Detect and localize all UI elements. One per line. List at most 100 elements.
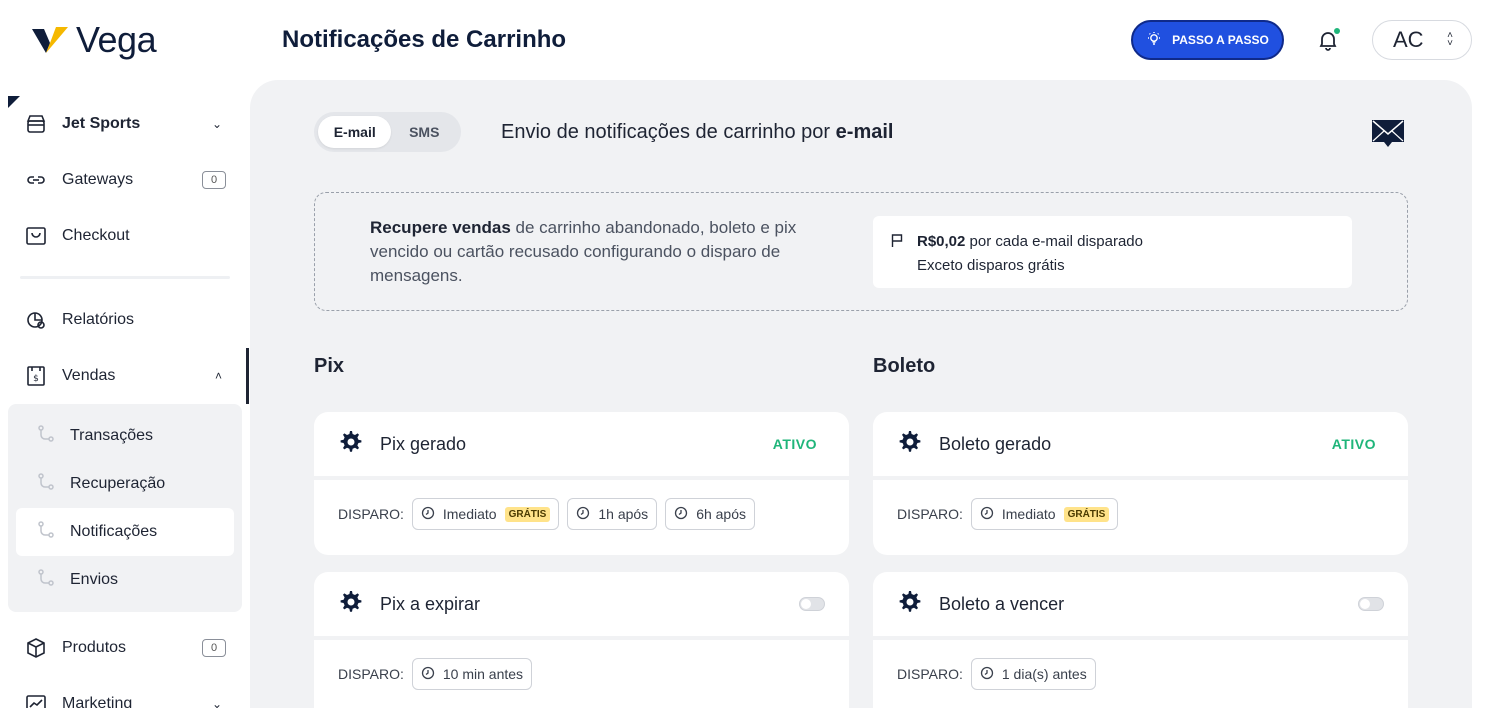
trigger-label: DISPARO: <box>338 666 404 682</box>
sidebar-item-label: Jet Sports <box>62 115 141 132</box>
trigger-value: 10 min antes <box>442 666 524 682</box>
sidebar-subitem-label: Transações <box>70 427 153 444</box>
info-text-bold: Recupere vendas <box>370 218 511 237</box>
sidebar-subitem-label: Notificações <box>70 523 158 540</box>
card-header: Boleto a vencer <box>873 572 1408 640</box>
sidebar-subitem-label: Recuperação <box>70 475 166 492</box>
chevron-down-icon: ⌄ <box>211 117 222 131</box>
card-header: Pix a expirar <box>314 572 849 640</box>
sidebar-item-label: Produtos <box>62 639 127 656</box>
trigger-chip[interactable]: Imediato GRÁTIS <box>970 498 1119 530</box>
section-title-pix: Pix <box>314 355 345 377</box>
envelope-icon[interactable] <box>1370 116 1406 148</box>
price-box: R$0,02 por cada e-mail disparado Exceto … <box>873 216 1352 288</box>
price-suffix: por cada e-mail disparado <box>969 233 1143 250</box>
trigger-chip[interactable]: 10 min antes <box>411 658 533 690</box>
card-title: Boleto a vencer <box>939 593 1065 614</box>
channel-subtitle: Envio de notificações de carrinho por e-… <box>501 121 893 144</box>
trigger-chip[interactable]: 1 dia(s) antes <box>970 658 1096 690</box>
sidebar-subitem-shipments[interactable]: Envios <box>16 556 234 604</box>
notification-card: Pix gerado ATIVO DISPARO: Imediato GRÁTI… <box>314 412 849 555</box>
gear-icon[interactable] <box>897 590 921 619</box>
gear-icon[interactable] <box>338 430 362 459</box>
card-title: Boleto gerado <box>939 433 1052 454</box>
clock-icon <box>421 506 435 523</box>
card-title: Pix gerado <box>380 433 467 454</box>
sidebar-item-marketing[interactable]: Marketing ⌄ <box>20 684 234 708</box>
trigger-value: 1 dia(s) antes <box>1001 666 1087 682</box>
link-icon <box>24 168 48 192</box>
trigger-label: DISPARO: <box>338 506 404 522</box>
price-note: Exceto disparos grátis <box>917 257 1065 274</box>
trigger-value: 6h após <box>696 506 747 522</box>
trigger-value: Imediato <box>1001 506 1056 522</box>
clock-icon <box>980 666 994 683</box>
sales-subnav: Transações Recuperação Notificações Envi… <box>8 404 242 612</box>
notification-card: Boleto a vencer DISPARO: 1 dia(s) antes <box>873 572 1408 708</box>
brand-name: Vega <box>76 19 157 60</box>
store-icon <box>24 112 48 136</box>
branch-icon <box>36 520 56 545</box>
count-badge: 0 <box>202 639 226 657</box>
active-indicator <box>246 348 249 404</box>
trigger-value: 1h após <box>598 506 649 522</box>
branch-icon <box>36 472 56 497</box>
sidebar-subitem-notifications[interactable]: Notificações <box>16 508 234 556</box>
free-badge: GRÁTIS <box>1063 506 1110 522</box>
trigger-chip[interactable]: 6h após <box>665 498 756 530</box>
vega-logo[interactable]: Vega <box>32 19 157 60</box>
sidebar-item-gateways[interactable]: Gateways 0 <box>20 160 234 200</box>
gear-icon[interactable] <box>338 590 362 619</box>
free-badge: GRÁTIS <box>504 506 551 522</box>
card-body: DISPARO: 1 dia(s) antes <box>873 640 1408 708</box>
tab-sms[interactable]: SMS <box>391 116 457 148</box>
info-text: Recupere vendas de carrinho abandonado, … <box>370 216 840 288</box>
sales-icon: $ <box>24 364 48 388</box>
sidebar-divider <box>20 276 230 279</box>
sidebar-item-sales[interactable]: $ Vendas ˄ <box>20 356 234 396</box>
gear-icon[interactable] <box>897 430 921 459</box>
sidebar-item-reports[interactable]: Relatórios <box>20 300 234 340</box>
clock-icon <box>421 666 435 683</box>
trigger-chip[interactable]: 1h após <box>567 498 658 530</box>
status-badge: ATIVO <box>1331 436 1376 452</box>
branch-icon <box>36 424 56 449</box>
step-by-step-button[interactable]: PASSO A PASSO <box>1131 20 1284 60</box>
sidebar-item-label: Gateways <box>62 171 134 188</box>
status-badge: ATIVO <box>772 436 817 452</box>
sidebar-item-label: Checkout <box>62 227 130 244</box>
enable-toggle[interactable] <box>1358 597 1384 611</box>
sidebar-item-products[interactable]: Produtos 0 <box>20 628 234 668</box>
price-value: R$0,02 <box>917 233 966 250</box>
chevron-down-icon: ⌄ <box>211 697 222 708</box>
card-header: Boleto gerado ATIVO <box>873 412 1408 480</box>
card-body: DISPARO: Imediato GRÁTIS <box>873 480 1408 548</box>
subtitle-channel: e-mail <box>835 121 894 143</box>
trigger-value: Imediato <box>442 506 497 522</box>
clock-icon <box>576 506 590 523</box>
account-initials: AC <box>1393 27 1424 52</box>
enable-toggle[interactable] <box>799 597 825 611</box>
card-title: Pix a expirar <box>380 593 481 614</box>
corner-marker-icon <box>8 96 20 108</box>
trigger-chip[interactable]: Imediato GRÁTIS <box>411 498 560 530</box>
sidebar-subitem-transactions[interactable]: Transações <box>16 412 234 460</box>
sidebar-subitem-recovery[interactable]: Recuperação <box>16 460 234 508</box>
chart-icon <box>24 692 48 708</box>
svg-text:$: $ <box>33 374 39 384</box>
subtitle-prefix: Envio de notificações de carrinho por <box>501 121 831 143</box>
sidebar-item-checkout[interactable]: Checkout <box>20 216 234 256</box>
clock-icon <box>674 506 688 523</box>
trigger-label: DISPARO: <box>897 506 963 522</box>
sidebar-item-store[interactable]: Jet Sports ⌄ <box>20 104 234 144</box>
account-selector[interactable]: AC ˄ ˅ <box>1372 20 1472 60</box>
step-by-step-label: PASSO A PASSO <box>1172 33 1269 47</box>
sidebar-item-label: Vendas <box>62 367 116 384</box>
price-line: R$0,02 por cada e-mail disparado <box>917 230 1352 254</box>
tab-email[interactable]: E-mail <box>318 116 392 148</box>
count-badge: 0 <box>202 171 226 189</box>
clock-icon <box>980 506 994 523</box>
box-icon <box>24 636 48 660</box>
sidebar-item-label: Relatórios <box>62 311 135 328</box>
cart-icon <box>24 224 48 248</box>
